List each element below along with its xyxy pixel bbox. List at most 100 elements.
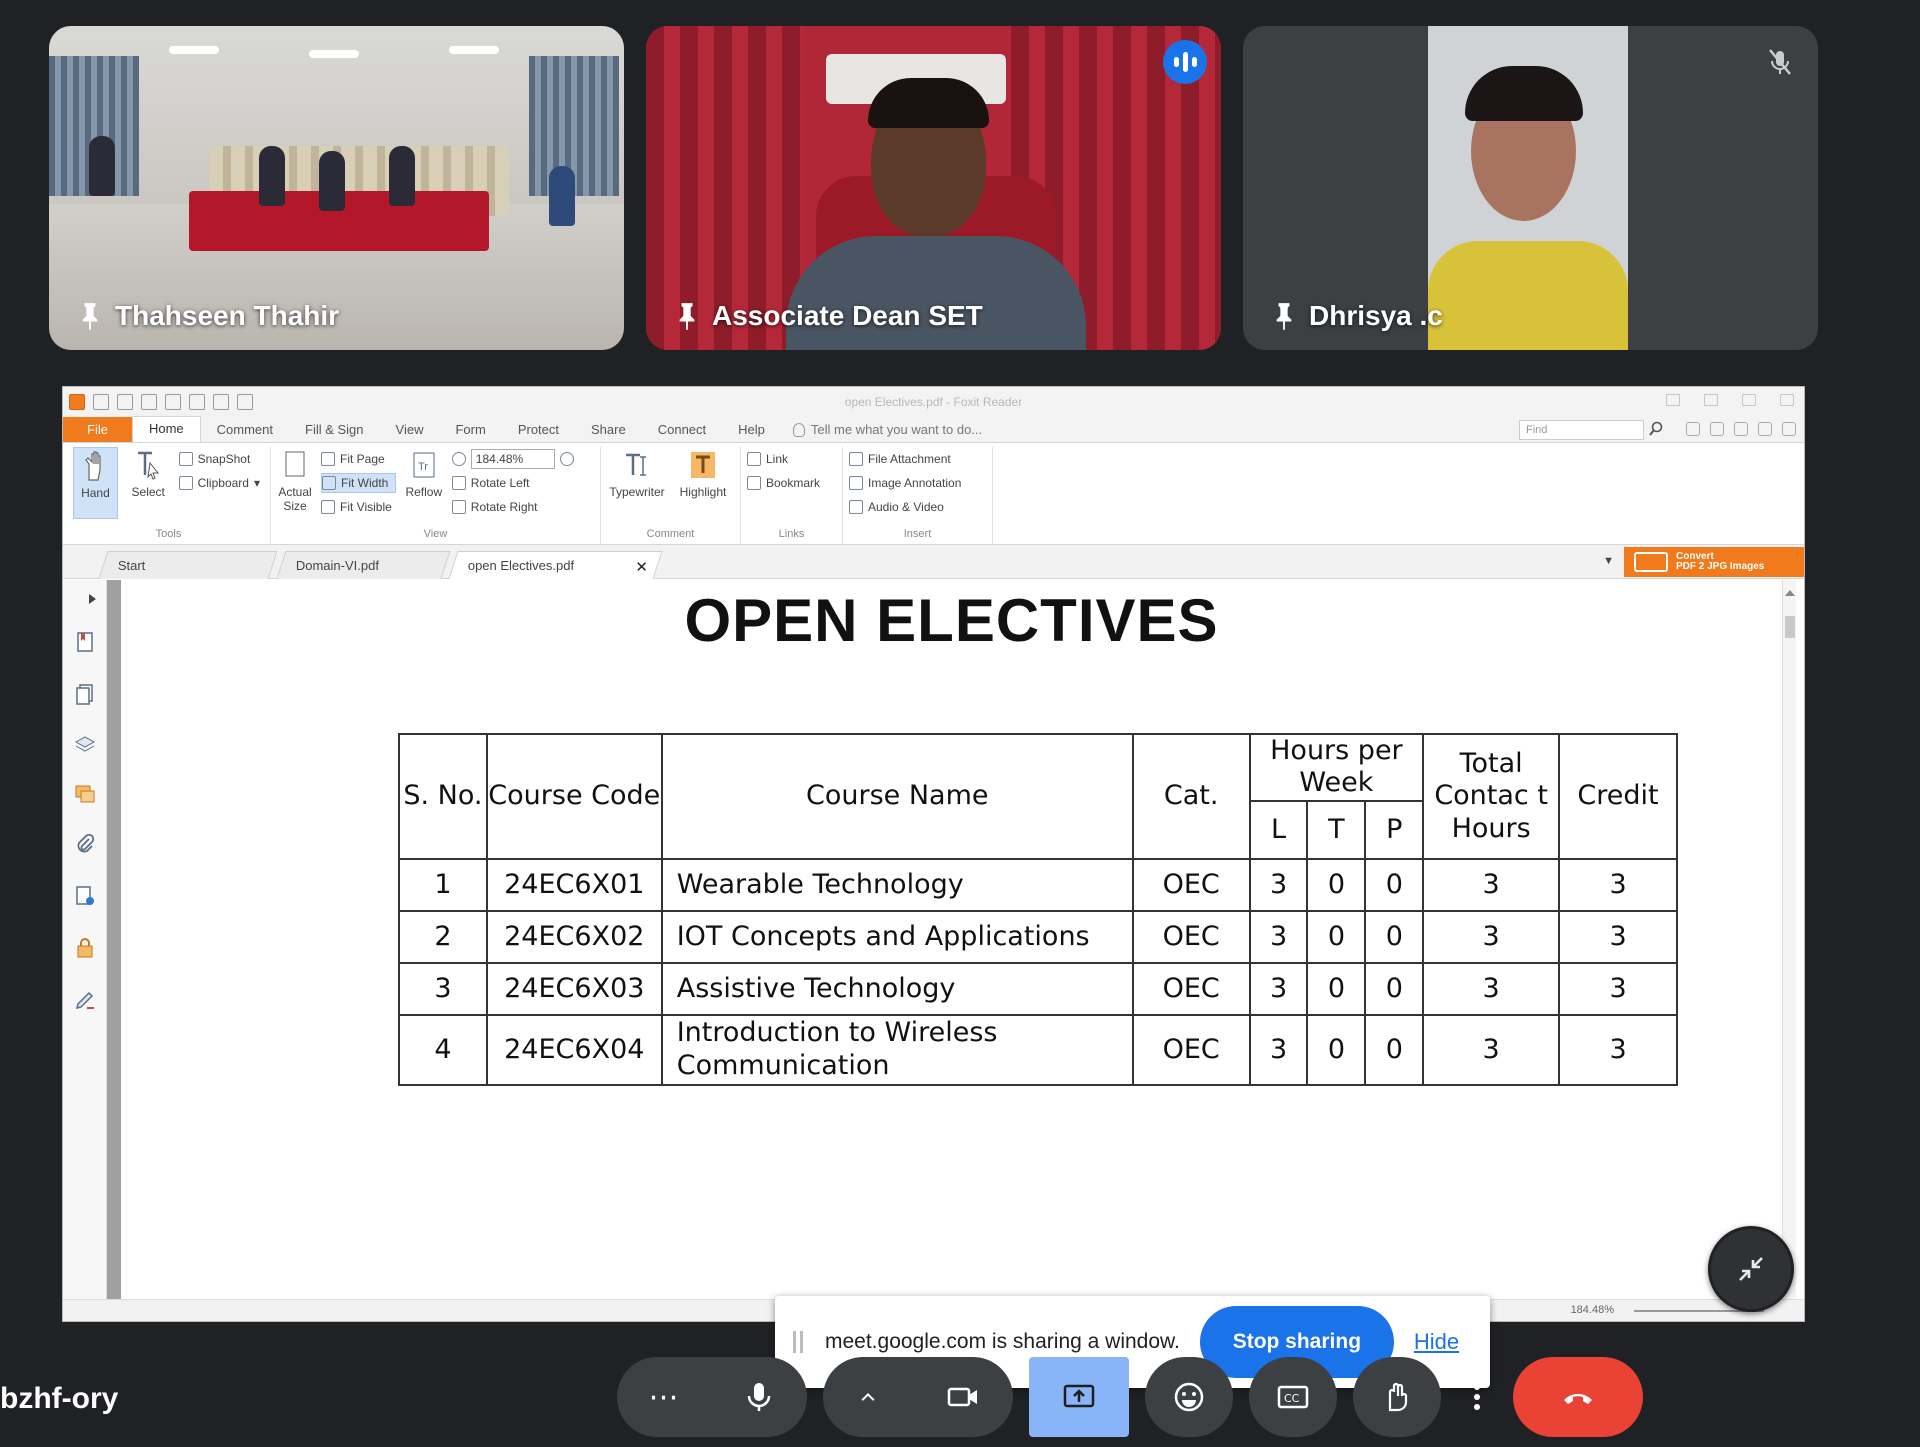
zoom-field[interactable]: 184.48%: [470, 449, 555, 469]
bookmarks-panel-icon[interactable]: [73, 630, 97, 654]
sharing-message: meet.google.com is sharing a window.: [825, 1330, 1180, 1353]
select-text-icon: [138, 451, 160, 480]
captions-button[interactable]: CC: [1249, 1357, 1337, 1437]
minimize-icon[interactable]: [1704, 394, 1718, 406]
search-icon[interactable]: [1648, 421, 1664, 437]
menu-protect[interactable]: Protect: [502, 422, 575, 442]
pages-panel-icon[interactable]: [73, 682, 97, 706]
tab-open-electives[interactable]: open Electives.pdf ✕: [448, 551, 663, 579]
prev-icon[interactable]: [1710, 422, 1724, 436]
open-electives-table: S. No. Course Code Course Name Cat. Hour…: [398, 733, 1678, 1086]
more-menu-button[interactable]: [1457, 1357, 1497, 1437]
file-attachment-button[interactable]: File Attachment: [849, 449, 965, 469]
pin-icon[interactable]: [1273, 301, 1295, 331]
clipboard-button[interactable]: Clipboard ▾: [178, 473, 264, 493]
link-button[interactable]: Link: [747, 449, 824, 469]
status-zoom[interactable]: 184.48%: [1571, 1304, 1614, 1316]
participant-tile-1[interactable]: Thahseen Thahir: [49, 26, 624, 350]
menu-help[interactable]: Help: [722, 422, 781, 442]
camera-icon: [178, 452, 193, 466]
ribbon-display-icon[interactable]: [1666, 394, 1680, 406]
document-workspace: OPEN ELECTIVES S. No. Course Code Course…: [63, 580, 1804, 1321]
cell-name: Introduction to Wireless Communication: [660, 1013, 1134, 1086]
film-icon: [849, 500, 863, 514]
cell-cat: OEC: [1131, 1013, 1251, 1086]
zoom-in-icon[interactable]: [559, 452, 574, 466]
menu-form[interactable]: Form: [439, 422, 501, 442]
tab-domain-vi[interactable]: Domain-VI.pdf: [276, 551, 451, 579]
signatures-panel-icon[interactable]: [73, 884, 97, 908]
cell-l: 3: [1248, 909, 1309, 964]
sign-pen-icon[interactable]: [73, 988, 97, 1012]
menu-bar: File Home Comment Fill & Sign View Form …: [63, 416, 1804, 443]
tab-list-dropdown-icon[interactable]: ▼: [1603, 555, 1614, 567]
attachments-panel-icon[interactable]: [73, 832, 97, 856]
cell-name: IOT Concepts and Applications: [660, 909, 1134, 964]
restore-icon[interactable]: [1742, 394, 1756, 406]
pin-icon[interactable]: [676, 301, 698, 331]
pin-icon[interactable]: [79, 301, 101, 331]
menu-fill-sign[interactable]: Fill & Sign: [289, 422, 380, 442]
menu-file[interactable]: File: [63, 417, 132, 442]
pdf-page: OPEN ELECTIVES S. No. Course Code Course…: [121, 580, 1782, 1299]
vertical-scrollbar[interactable]: [1782, 580, 1796, 1299]
zoom-out-icon[interactable]: [451, 452, 466, 466]
menu-connect[interactable]: Connect: [642, 422, 722, 442]
hide-link[interactable]: Hide: [1414, 1329, 1459, 1355]
drag-handle-icon[interactable]: [793, 1331, 803, 1353]
col-header-cat: Cat.: [1131, 733, 1251, 860]
paperclip-icon: [849, 452, 863, 466]
tell-me-box[interactable]: Tell me what you want to do...: [781, 422, 994, 442]
menu-comment[interactable]: Comment: [201, 422, 289, 442]
convert-pdf-button[interactable]: Convert PDF 2 JPG Images: [1624, 547, 1804, 577]
zoom-control: 184.48%: [451, 449, 578, 469]
more-options-icon[interactable]: ⋯: [649, 1380, 679, 1415]
layers-panel-icon[interactable]: [73, 732, 97, 756]
raise-hand-button[interactable]: [1353, 1357, 1441, 1437]
bookmark-button[interactable]: Bookmark: [747, 473, 824, 493]
shared-window: open Electives.pdf - Foxit Reader File H…: [62, 386, 1805, 1322]
chevron-up-icon[interactable]: [857, 1380, 879, 1414]
lock-icon[interactable]: [73, 936, 97, 960]
settings-icon[interactable]: [1686, 422, 1700, 436]
next-icon[interactable]: [1734, 422, 1748, 436]
audio-video-button[interactable]: Audio & Video: [849, 497, 965, 517]
fit-page-button[interactable]: Fit Page: [321, 449, 396, 469]
reactions-button[interactable]: [1145, 1357, 1233, 1437]
microphone-icon[interactable]: [742, 1380, 776, 1414]
participant-tile-3[interactable]: Dhrisya .c: [1243, 26, 1818, 350]
panel-divider[interactable]: [107, 580, 121, 1299]
menu-view[interactable]: View: [380, 422, 440, 442]
scroll-up-icon[interactable]: [1785, 590, 1795, 596]
participant-tile-2[interactable]: Associate Dean SET: [646, 26, 1221, 350]
bookmark-icon: [747, 476, 761, 490]
rotate-right-button[interactable]: Rotate Right: [451, 497, 578, 517]
image-annotation-button[interactable]: Image Annotation: [849, 473, 965, 493]
rotate-left-button[interactable]: Rotate Left: [451, 473, 578, 493]
close-window-icon[interactable]: [1780, 394, 1794, 406]
fit-visible-button[interactable]: Fit Visible: [321, 497, 396, 517]
camera-icon[interactable]: [946, 1380, 980, 1414]
col-header-credit: Credit: [1558, 733, 1678, 860]
collapse-button[interactable]: [1708, 1226, 1794, 1312]
cell-t: 0: [1306, 857, 1367, 912]
snapshot-button[interactable]: SnapShot: [178, 449, 264, 469]
col-header-contact: Total Contac t Hours: [1422, 733, 1561, 860]
rotate-right-icon: [451, 500, 466, 514]
present-button[interactable]: [1029, 1357, 1129, 1437]
participant-name: Thahseen Thahir: [79, 300, 339, 332]
account-icon[interactable]: [1782, 422, 1796, 436]
menu-home[interactable]: Home: [131, 416, 201, 442]
menu-share[interactable]: Share: [575, 422, 642, 442]
expand-panel-icon[interactable]: [89, 594, 96, 604]
find-input[interactable]: Find: [1519, 420, 1644, 440]
comments-panel-icon[interactable]: [73, 782, 97, 806]
tab-start[interactable]: Start: [98, 551, 278, 579]
scroll-thumb[interactable]: [1785, 616, 1795, 638]
clipboard-icon: [178, 476, 193, 490]
hand-button[interactable]: Hand: [73, 447, 118, 519]
notification-icon[interactable]: [1758, 422, 1772, 436]
leave-call-button[interactable]: [1513, 1357, 1643, 1437]
close-tab-icon[interactable]: ✕: [636, 558, 649, 576]
fit-width-button[interactable]: Fit Width: [321, 473, 396, 493]
